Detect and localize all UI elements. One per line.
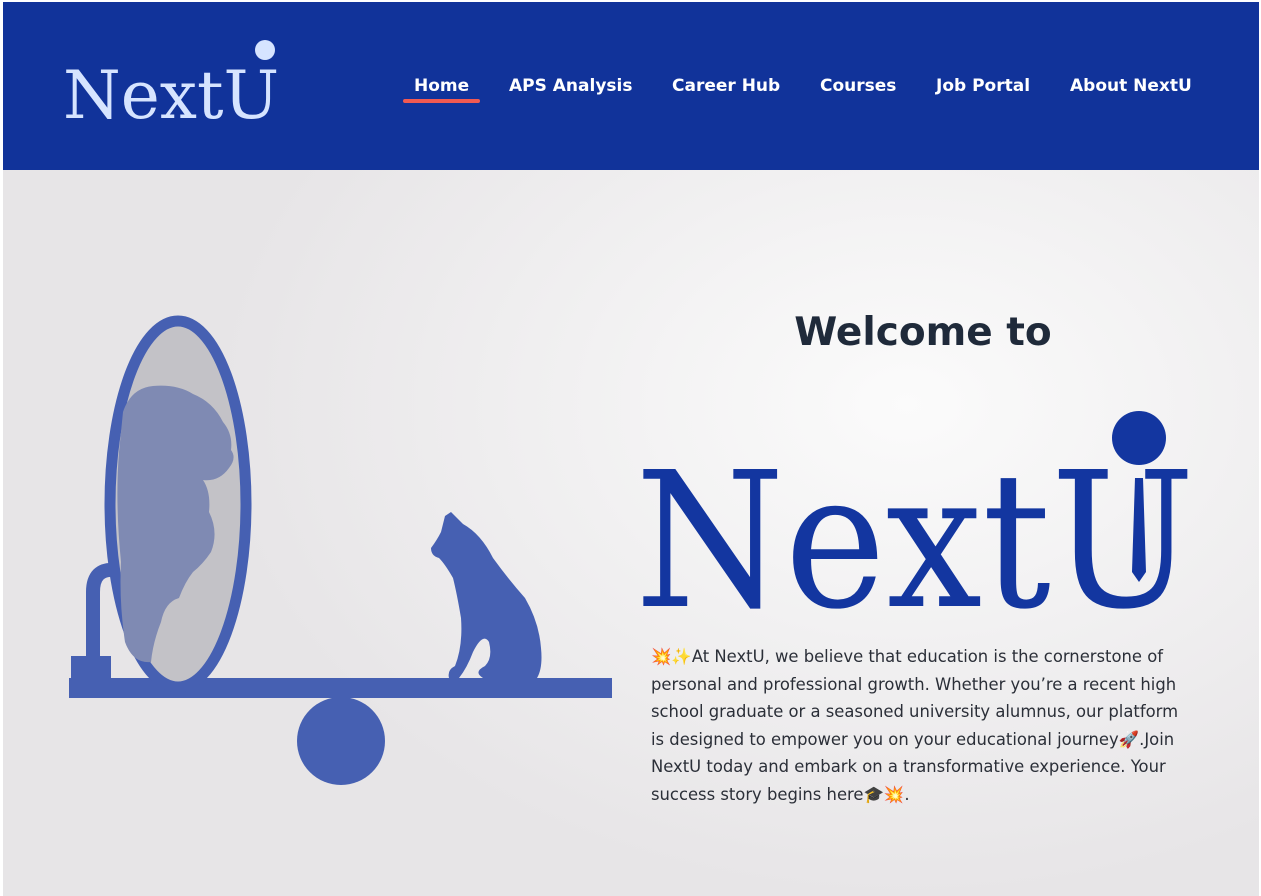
sparkle-emoji: 💥✨ <box>651 647 692 666</box>
seesaw-ball <box>297 697 385 785</box>
intro-text-end: . <box>904 784 910 804</box>
hero-logo: NextU <box>635 411 1195 626</box>
header-logo[interactable]: NextU <box>59 34 299 130</box>
graduation-emoji: 🎓💥 <box>863 784 905 804</box>
welcome-heading: Welcome to <box>794 310 1052 355</box>
intro-text-1: At NextU, we believe that education is t… <box>651 647 1179 749</box>
cat-mirror-lion-illustration <box>69 315 612 785</box>
nav-about-nextu[interactable]: About NextU <box>1070 74 1192 98</box>
hero-logo-dot <box>1112 411 1166 465</box>
nav-job-portal[interactable]: Job Portal <box>936 74 1030 98</box>
nav-home[interactable]: Home <box>414 74 469 98</box>
header-logo-text: NextU <box>63 57 279 130</box>
cat-icon <box>431 512 542 678</box>
intro-paragraph: 💥✨At NextU, we believe that education is… <box>651 643 1196 808</box>
nav-aps-analysis[interactable]: APS Analysis <box>509 74 632 98</box>
nav-career-hub[interactable]: Career Hub <box>672 74 780 98</box>
rocket-emoji: 🚀 <box>1118 729 1140 749</box>
hero-logo-text: NextU <box>635 432 1195 626</box>
nav-active-indicator <box>403 99 480 103</box>
page-frame: NextU Home APS Analysis Career Hub Cours… <box>3 2 1259 896</box>
seesaw-plank <box>69 678 612 698</box>
top-navbar: NextU Home APS Analysis Career Hub Cours… <box>3 2 1259 170</box>
nav-courses[interactable]: Courses <box>820 74 896 98</box>
